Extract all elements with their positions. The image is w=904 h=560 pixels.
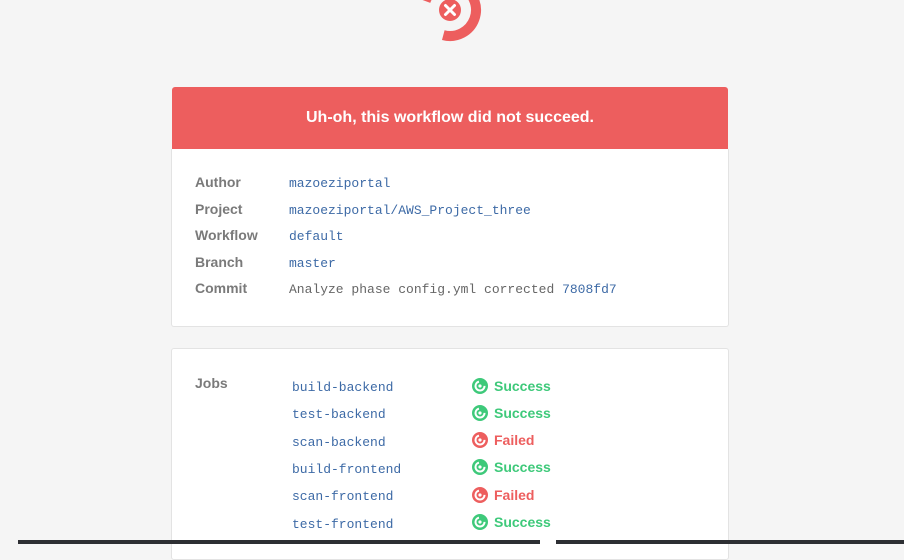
job-status-label: Success — [494, 514, 551, 530]
author-label: Author — [195, 174, 241, 190]
commit-label: Commit — [195, 280, 248, 296]
success-icon — [472, 405, 488, 421]
commit-hash-link[interactable]: 7808fd7 — [562, 282, 617, 297]
job-status: Success — [472, 514, 551, 530]
job-status: Failed — [472, 432, 534, 448]
failed-icon — [472, 432, 488, 448]
commit-message: Analyze phase config.yml corrected — [289, 282, 555, 297]
job-link[interactable]: test-backend — [292, 407, 386, 422]
commit-value: Analyze phase config.yml corrected 7808f… — [289, 282, 617, 297]
job-status: Success — [472, 459, 551, 475]
jobs-label: Jobs — [195, 375, 228, 391]
success-icon — [472, 378, 488, 394]
workflow-failed-banner: Uh-oh, this workflow did not succeed. — [172, 87, 728, 149]
job-status-label: Failed — [494, 432, 535, 448]
job-status-label: Success — [494, 378, 551, 394]
job-status: Success — [472, 378, 551, 394]
job-link[interactable]: build-frontend — [292, 462, 401, 477]
banner-message: Uh-oh, this workflow did not succeed. — [305, 109, 594, 126]
job-status-label: Failed — [494, 487, 535, 503]
job-link[interactable]: build-backend — [292, 380, 393, 395]
workflow-details-card: Author mazoeziportal Project mazoeziport… — [171, 149, 729, 327]
job-status-label: Success — [494, 405, 551, 421]
branch-link[interactable]: master — [289, 256, 336, 271]
jobs-card: Jobs build-backend Success test-backend … — [171, 348, 729, 560]
success-icon — [472, 514, 488, 530]
project-label: Project — [195, 201, 243, 217]
branch-label: Branch — [195, 254, 244, 270]
workflow-label: Workflow — [195, 227, 258, 243]
failed-icon — [472, 487, 488, 503]
job-link[interactable]: scan-backend — [292, 435, 386, 450]
job-status: Failed — [472, 487, 534, 503]
job-status: Success — [472, 405, 551, 421]
job-link[interactable]: scan-frontend — [292, 489, 393, 504]
job-status-label: Success — [494, 459, 551, 475]
taskbar-segment — [556, 540, 904, 544]
workflow-link[interactable]: default — [289, 229, 344, 244]
project-link[interactable]: mazoeziportal/AWS_Project_three — [289, 203, 531, 218]
taskbar-segment — [18, 540, 540, 544]
author-link[interactable]: mazoeziportal — [289, 176, 390, 191]
circleci-failed-logo-icon — [419, 0, 481, 42]
success-icon — [472, 459, 488, 475]
job-link[interactable]: test-frontend — [292, 517, 393, 532]
